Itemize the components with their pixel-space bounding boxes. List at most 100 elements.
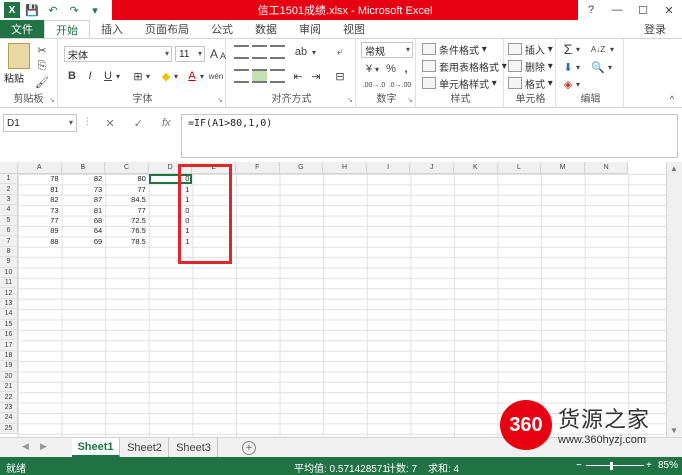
sheet-prev-icon[interactable]: ◀ — [22, 441, 29, 452]
customize-toolbar-icon[interactable]: ▾ — [86, 2, 104, 18]
worksheet-grid[interactable]: A B C D E F G H I J K L M N 1 2 3 4 5 6 7 8 9 10 11 12 13 14 15 16 17 1… — [0, 162, 666, 437]
column-header[interactable]: L — [497, 162, 542, 174]
tab-page-layout[interactable]: 页面布局 — [134, 20, 200, 38]
row-header[interactable]: 13 — [0, 298, 18, 310]
insert-function-icon[interactable]: fx — [162, 117, 171, 129]
collapse-ribbon-icon[interactable]: ^ — [664, 91, 680, 107]
font-size-select[interactable]: 11 ▾ — [175, 46, 205, 62]
row-header[interactable]: 21 — [0, 382, 18, 393]
column-header[interactable]: N — [584, 162, 629, 174]
merge-center-icon[interactable]: ⊟ — [332, 68, 348, 84]
table-cell[interactable]: 78 — [18, 174, 62, 184]
row-header[interactable]: 6 — [0, 226, 18, 237]
row-header[interactable]: 23 — [0, 402, 18, 414]
cell-styles-button[interactable]: 单元格样式 ▾ — [422, 75, 497, 91]
column-header[interactable]: C — [105, 162, 149, 174]
column-header[interactable]: I — [366, 162, 411, 174]
sheet-tab-sheet1[interactable]: Sheet1 — [72, 438, 120, 457]
column-header[interactable]: M — [541, 162, 585, 174]
zoom-level[interactable]: 85% — [658, 460, 678, 471]
row-header[interactable]: 11 — [0, 278, 18, 289]
row-header[interactable]: 4 — [0, 205, 18, 216]
wrap-text-icon[interactable]: ⤶ — [332, 44, 348, 60]
comma-style-icon[interactable]: , — [398, 61, 414, 77]
sheet-tab-sheet3[interactable]: Sheet3 — [170, 438, 218, 457]
table-cell[interactable]: 73 — [62, 184, 106, 194]
minimize-button[interactable]: — — [604, 0, 630, 20]
table-cell[interactable]: 78.5 — [105, 236, 149, 246]
zoom-slider[interactable] — [586, 465, 644, 466]
table-cell[interactable]: 82 — [18, 195, 62, 205]
autosum-dropdown-icon[interactable]: ▾ — [574, 41, 582, 57]
bold-button[interactable]: B — [64, 68, 80, 84]
row-header[interactable]: 18 — [0, 350, 18, 362]
insert-cells-button[interactable]: 插入 ▾ — [508, 41, 553, 57]
align-top-icon[interactable] — [234, 45, 249, 59]
conditional-format-button[interactable]: 条件格式 ▾ — [422, 41, 487, 57]
row-header[interactable]: 20 — [0, 371, 18, 382]
close-button[interactable]: ✕ — [656, 0, 682, 20]
format-painter-icon[interactable]: 🖌 — [34, 74, 50, 90]
sheet-next-icon[interactable]: ▶ — [40, 441, 47, 452]
increase-indent-icon[interactable]: ⇥ — [308, 68, 324, 84]
select-all-corner[interactable] — [0, 162, 18, 174]
phonetic-icon[interactable]: wén — [207, 68, 225, 84]
table-cell[interactable]: 73 — [18, 205, 62, 215]
column-header[interactable]: B — [61, 162, 106, 174]
redo-icon[interactable]: ↷ — [65, 2, 83, 18]
sort-dropdown-icon[interactable]: ▾ — [608, 41, 616, 57]
orientation-icon[interactable]: ab — [290, 44, 312, 60]
alignment-launcher-icon[interactable]: ↘ — [347, 96, 353, 104]
align-right-icon[interactable] — [270, 69, 285, 83]
clipboard-launcher-icon[interactable]: ↘ — [49, 96, 55, 104]
format-cells-button[interactable]: 格式 ▾ — [508, 75, 553, 91]
tab-home[interactable]: 开始 — [44, 20, 90, 38]
column-header[interactable]: K — [454, 162, 498, 174]
table-cell[interactable]: 88 — [18, 236, 62, 246]
table-cell[interactable]: 64 — [62, 226, 106, 236]
sort-filter-icon[interactable]: A↓Z — [588, 41, 608, 57]
table-cell[interactable]: 82 — [62, 174, 106, 184]
scroll-up-icon[interactable]: ▲ — [670, 164, 678, 173]
tab-file[interactable]: 文件 — [0, 20, 44, 38]
orientation-dropdown-icon[interactable]: ▾ — [310, 44, 318, 60]
row-header[interactable]: 22 — [0, 392, 18, 403]
align-bottom-icon[interactable] — [270, 45, 285, 59]
border-dropdown-icon[interactable]: ▾ — [144, 68, 152, 84]
tab-view[interactable]: 视图 — [332, 20, 376, 38]
find-dropdown-icon[interactable]: ▾ — [606, 59, 614, 75]
underline-dropdown-icon[interactable]: ▾ — [114, 68, 122, 84]
cut-icon[interactable]: ✂ — [34, 42, 50, 58]
number-launcher-icon[interactable]: ↘ — [407, 96, 413, 104]
copy-icon[interactable]: ⎘ — [34, 58, 50, 74]
login-link[interactable]: 登录 — [644, 20, 666, 38]
row-header[interactable]: 14 — [0, 309, 18, 320]
table-cell[interactable]: 77 — [105, 205, 149, 215]
row-header[interactable]: 9 — [0, 257, 18, 268]
column-header[interactable]: F — [236, 162, 280, 174]
number-format-select[interactable]: 常规 ▾ — [361, 42, 413, 58]
save-icon[interactable]: 💾 — [23, 2, 41, 18]
table-cell[interactable]: 68 — [62, 216, 106, 226]
font-name-select[interactable]: 宋体 ▾ — [64, 46, 172, 62]
format-as-table-button[interactable]: 套用表格格式 ▾ — [422, 58, 507, 74]
zoom-slider-thumb[interactable] — [610, 462, 613, 470]
column-header[interactable]: J — [410, 162, 454, 174]
name-box[interactable]: D1 ▾ — [3, 114, 77, 132]
sheet-tab-sheet2[interactable]: Sheet2 — [121, 438, 169, 457]
add-sheet-button[interactable]: + — [242, 441, 256, 455]
paste-icon[interactable] — [8, 43, 30, 69]
percent-icon[interactable]: % — [383, 61, 399, 77]
shrink-font-icon[interactable]: A — [218, 48, 228, 64]
column-header[interactable]: G — [279, 162, 324, 174]
table-cell[interactable]: 84.5 — [105, 195, 149, 205]
row-header[interactable]: 17 — [0, 340, 18, 351]
row-header[interactable]: 3 — [0, 194, 18, 206]
row-header[interactable]: 1 — [0, 174, 18, 185]
align-middle-icon[interactable] — [252, 45, 267, 59]
formula-input[interactable]: =IF(A1>80,1,0) — [181, 114, 678, 158]
row-header[interactable]: 12 — [0, 288, 18, 299]
table-cell[interactable]: 87 — [62, 195, 106, 205]
row-header[interactable]: 19 — [0, 361, 18, 372]
fill-dropdown-icon[interactable]: ▾ — [172, 68, 180, 84]
